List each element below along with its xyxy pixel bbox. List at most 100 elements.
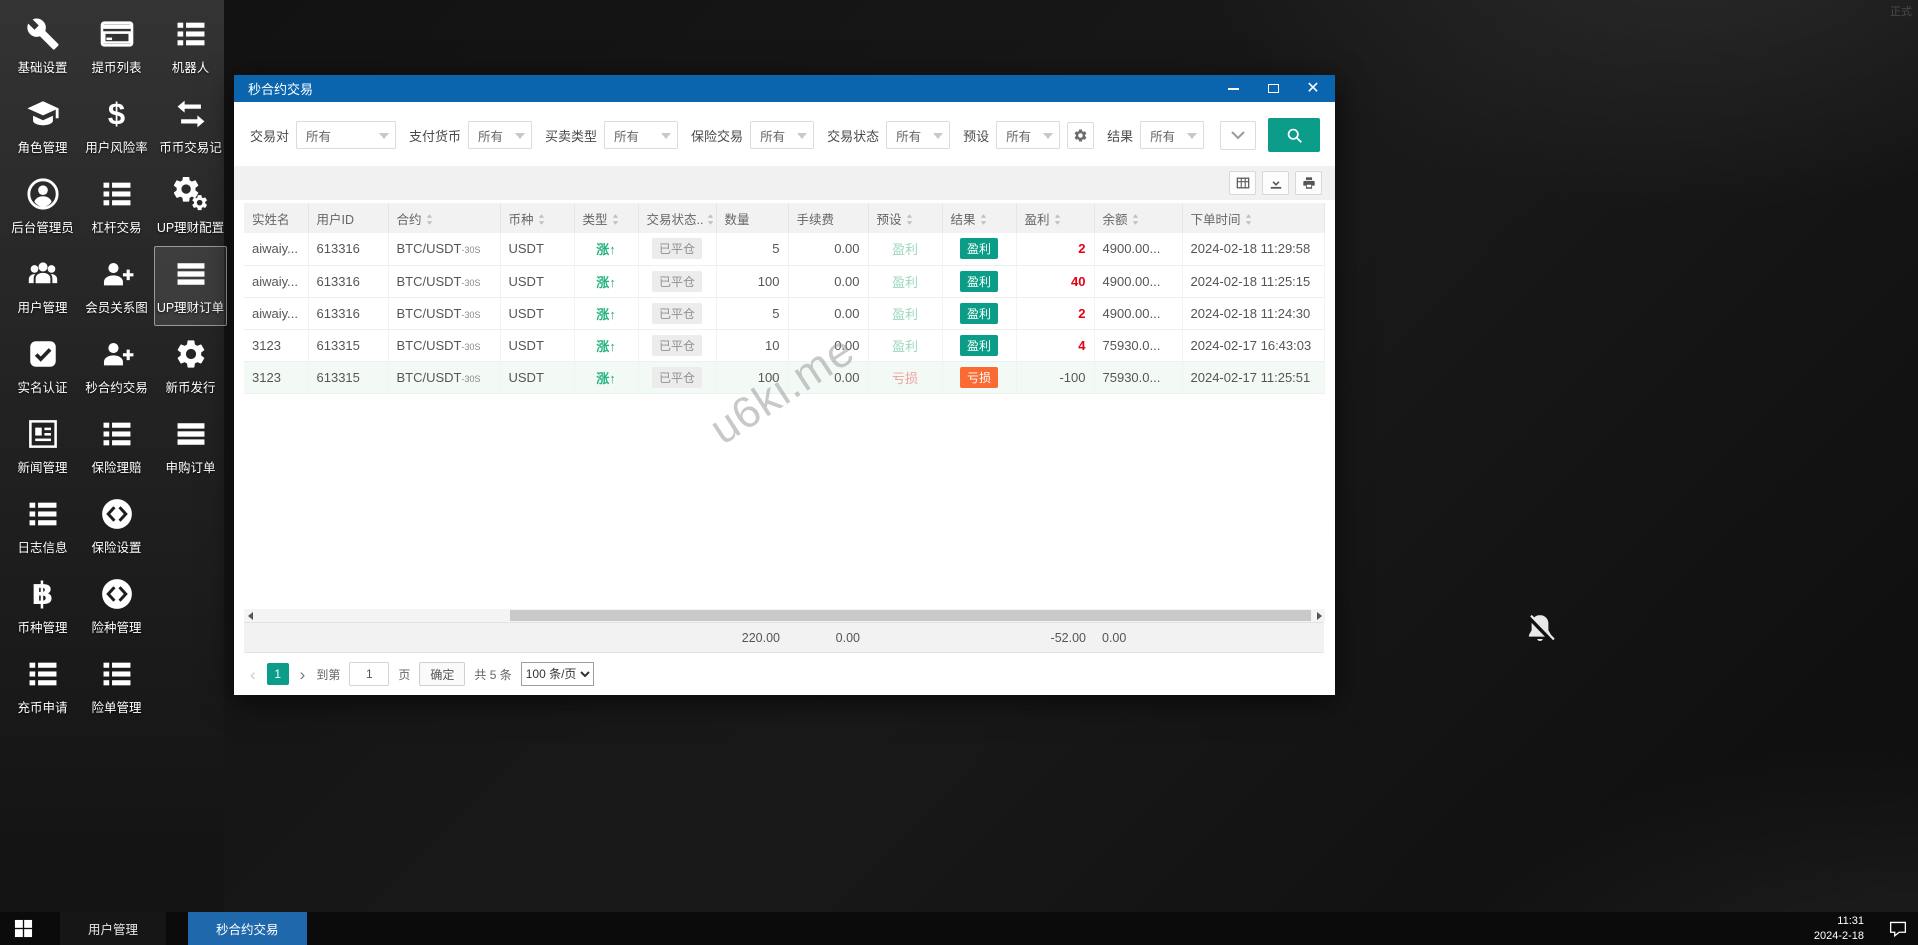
column-header[interactable]: 交易状态.. [638,203,716,233]
page-size-select[interactable]: 100 条/页 [521,662,594,686]
desktop-shortcut[interactable]: 新币发行 [154,326,227,406]
summary-cell-coin [500,623,574,653]
shortcut-label: 险单管理 [91,697,141,716]
cell-user_id: 613316 [308,233,388,265]
goto-page-input[interactable] [349,662,389,686]
scroll-left-arrow[interactable] [244,609,256,622]
badge-circle-icon [100,494,134,534]
filter-select[interactable]: 所有 [296,121,396,149]
filter-item: 预设所有 [963,121,1094,149]
scrollbar-thumb[interactable] [510,610,1311,621]
taskbar-clock[interactable]: 11:31 2024-2-18 [1814,914,1864,944]
cell-name: aiwaiy... [244,297,308,329]
cell-time: 2024-02-17 11:25:51 [1182,361,1324,393]
taskbar-item-user-management[interactable]: 用户管理 [60,912,166,945]
desktop-shortcut[interactable]: 后台管理员 [6,166,79,246]
desktop-shortcut[interactable]: 基础设置 [6,6,79,86]
notifications-off-icon[interactable] [1521,610,1559,648]
desktop-shortcut[interactable]: 实名认证 [6,326,79,406]
search-button[interactable] [1268,118,1320,152]
desktop-shortcut[interactable]: 日志信息 [6,486,79,566]
prev-page-button[interactable]: ‹ [248,666,258,683]
minimize-button[interactable] [1225,82,1241,96]
column-header[interactable]: 合约 [388,203,500,233]
cell-type: 涨↑ [574,329,638,361]
filter-select[interactable]: 所有 [604,121,678,149]
column-header[interactable]: 结果 [942,203,1016,233]
column-header: 手续费 [788,203,868,233]
filter-select[interactable]: 所有 [1140,121,1204,149]
list-icon [174,14,208,54]
cell-coin: USDT [500,233,574,265]
desktop-shortcut[interactable]: 保险设置 [80,486,153,566]
cell-status: 已平仓 [638,329,716,361]
taskbar-item-second-contract[interactable]: 秒合约交易 [188,912,307,945]
desktop-shortcut[interactable]: ฿币种管理 [6,566,79,646]
newspaper-icon [26,414,60,454]
desktop-shortcut[interactable]: 秒合约交易 [80,326,153,406]
shortcut-label: 后台管理员 [11,217,74,236]
next-page-button[interactable]: › [298,666,308,683]
close-button[interactable]: ✕ [1305,82,1321,96]
cell-user_id: 613315 [308,361,388,393]
summary-cell-preset [868,623,942,653]
start-button[interactable] [0,912,46,945]
desktop-shortcut[interactable]: 提币列表 [80,6,153,86]
print-button[interactable] [1295,171,1322,195]
filter-label: 交易对 [250,126,289,145]
desktop-shortcut[interactable]: 机器人 [154,6,227,86]
check-square-icon [26,334,60,374]
list-icon [100,174,134,214]
window-titlebar: 秒合约交易 ✕ [234,75,1335,102]
column-header[interactable]: 盈利 [1016,203,1094,233]
column-header[interactable]: 余额 [1094,203,1182,233]
cell-coin: USDT [500,297,574,329]
cell-preset: 亏损 [868,361,942,393]
desktop-shortcut[interactable]: 申购订单 [154,406,227,486]
caret-down-icon [661,133,671,139]
desktop-shortcut[interactable]: 保险理赔 [80,406,153,486]
windows-logo-icon [14,919,33,938]
user-circle-icon [26,174,60,214]
goto-confirm-button[interactable]: 确定 [419,662,465,686]
chat-tray-button[interactable] [1878,912,1918,945]
desktop-shortcut[interactable]: 新闻管理 [6,406,79,486]
cell-profit: 4 [1016,329,1094,361]
export-button[interactable] [1262,171,1289,195]
cell-result: 盈利 [942,297,1016,329]
chat-bubble-icon [1889,920,1907,938]
table-toolbar [234,166,1335,200]
desktop-shortcut[interactable]: 杠杆交易 [80,166,153,246]
column-header[interactable]: 类型 [574,203,638,233]
column-settings-button[interactable] [1229,171,1256,195]
filter-select[interactable]: 所有 [750,121,814,149]
desktop-shortcut[interactable]: 险种管理 [80,566,153,646]
shortcut-label: 保险设置 [91,537,141,556]
current-page-button[interactable]: 1 [267,663,289,685]
desktop-shortcut[interactable]: 角色管理 [6,86,79,166]
desktop-shortcut[interactable]: 会员关系图 [80,246,153,326]
column-header[interactable]: 预设 [868,203,942,233]
exchange-icon [174,94,208,134]
filter-select[interactable]: 所有 [468,121,532,149]
shortcut-label: 日志信息 [17,537,67,556]
scroll-right-arrow[interactable] [1313,609,1325,622]
desktop-shortcut[interactable]: $用户风险率 [80,86,153,166]
desktop-shortcut[interactable]: 险单管理 [80,646,153,726]
desktop-shortcut[interactable]: 币币交易记 [154,86,227,166]
preset-settings-button[interactable] [1067,122,1094,149]
column-header[interactable]: 下单时间 [1182,203,1324,233]
column-header[interactable]: 币种 [500,203,574,233]
summary-cell-fee: 0.00 [788,623,868,653]
horizontal-scrollbar[interactable] [244,609,1325,622]
desktop-shortcut[interactable]: UP理财配置 [154,166,227,246]
maximize-button[interactable] [1265,82,1281,96]
desktop-shortcut[interactable]: 充币申请 [6,646,79,726]
filter-select[interactable]: 所有 [996,121,1060,149]
filter-select[interactable]: 所有 [886,121,950,149]
corner-watermark-text: 正式 [1890,3,1912,19]
desktop-shortcut[interactable]: 用户管理 [6,246,79,326]
dollar-icon: $ [108,94,125,134]
desktop-shortcut[interactable]: UP理财订单 [154,246,227,326]
more-filters-button[interactable] [1220,121,1256,150]
